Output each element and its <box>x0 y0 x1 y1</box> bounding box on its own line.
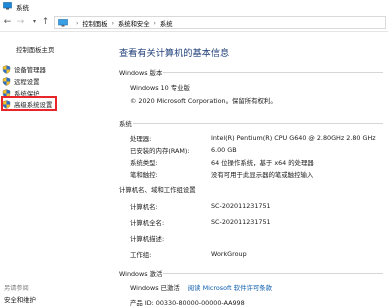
shield-icon <box>2 65 11 74</box>
sidebar-item-label: 远程设置 <box>14 78 40 86</box>
highlight-box <box>1 96 57 111</box>
breadcrumb-chevron-icon: › <box>153 20 156 27</box>
info-value: Intel(R) Pentium(R) CPU G640 @ 2.80GHz 2… <box>211 134 376 142</box>
section-divider <box>133 123 383 124</box>
info-label: 计算机描述: <box>130 235 165 243</box>
info-label: 计算机名: <box>130 203 158 211</box>
page-title: 查看有关计算机的基本信息 <box>119 48 230 59</box>
breadcrumb: › 控制面板 › 系统和安全 › 系统 <box>72 19 172 28</box>
breadcrumb-box[interactable]: › 控制面板 › 系统和安全 › 系统 <box>54 16 386 29</box>
control-panel-home-link[interactable]: 控制面板主页 <box>16 45 54 54</box>
sidebar-item-device-manager[interactable]: 设备管理器 <box>2 64 46 75</box>
breadcrumb-control-panel[interactable]: 控制面板 <box>82 19 107 28</box>
system-app-icon <box>3 2 12 10</box>
recent-locations-chevron-icon[interactable]: ▾ <box>29 16 40 28</box>
activation-row: Windows 已激活 阅读 Microsoft 软件许可条款 <box>130 283 272 292</box>
info-label: 工作组: <box>130 251 152 259</box>
section-system: 系统 <box>119 119 383 128</box>
address-bar: ← → ▾ ↑ › 控制面板 › 系统和安全 › 系统 <box>0 13 388 32</box>
windows-edition-value: Windows 10 专业版 <box>130 84 190 92</box>
section-header: 系统 <box>119 120 132 128</box>
section-header: 计算机名、域和工作组设置 <box>119 186 196 194</box>
info-label: 系统类型: <box>130 159 158 167</box>
info-label: 笔和触控: <box>130 171 158 179</box>
copyright-text: © 2020 Microsoft Corporation。保留所有权利。 <box>130 97 277 105</box>
section-divider <box>163 72 383 73</box>
breadcrumb-system-security[interactable]: 系统和安全 <box>118 19 149 28</box>
info-value: WorkGroup <box>211 250 247 258</box>
up-arrow-icon[interactable]: ↑ <box>40 16 51 28</box>
breadcrumb-system[interactable]: 系统 <box>160 19 173 28</box>
info-value: 没有可用于此显示器的笔或触控输入 <box>211 171 314 179</box>
activation-status: Windows 已激活 <box>130 284 180 292</box>
forward-arrow-icon[interactable]: → <box>15 16 26 28</box>
section-header: Windows 版本 <box>119 69 163 77</box>
info-label: 已安装的内存(RAM): <box>130 147 190 155</box>
sidebar-item-label: 设备管理器 <box>14 66 46 74</box>
info-value: SC-202011231751 <box>211 218 271 226</box>
shield-icon <box>2 77 11 86</box>
section-activation: Windows 激活 <box>119 269 383 278</box>
section-computer-name: 计算机名、域和工作组设置 <box>119 185 196 194</box>
sidebar-item-remote-settings[interactable]: 远程设置 <box>2 76 40 87</box>
computer-icon <box>58 19 68 27</box>
info-value: SC-202011231751 <box>211 202 271 210</box>
info-label: 计算机全名: <box>130 219 165 227</box>
info-label: 处理器: <box>130 135 152 143</box>
main-content: 查看有关计算机的基本信息 Windows 版本 Windows 10 专业版 ©… <box>110 33 388 308</box>
back-arrow-icon[interactable]: ← <box>2 16 13 28</box>
product-id: 产品 ID: 00330-80000-00000-AA998 <box>130 299 245 307</box>
info-value: 6.00 GB <box>211 146 237 154</box>
info-value: 64 位操作系统，基于 x64 的处理器 <box>211 159 314 167</box>
breadcrumb-chevron-icon: › <box>76 20 79 27</box>
section-header: Windows 激活 <box>119 270 163 278</box>
title-bar: 系统 <box>0 0 388 13</box>
section-windows-edition: Windows 版本 <box>119 68 383 77</box>
security-maintenance-link[interactable]: 安全和维护 <box>4 295 36 304</box>
left-navigation-pane: 控制面板主页 设备管理器 远程设置 系统保护 高级系统设置 另请参阅 安全和维护 <box>0 33 110 308</box>
breadcrumb-chevron-icon: › <box>111 20 114 27</box>
section-divider <box>163 273 383 274</box>
license-terms-link[interactable]: 阅读 Microsoft 软件许可条款 <box>188 284 272 292</box>
see-also-heading: 另请参阅 <box>4 285 29 292</box>
window-title: 系统 <box>16 4 29 12</box>
